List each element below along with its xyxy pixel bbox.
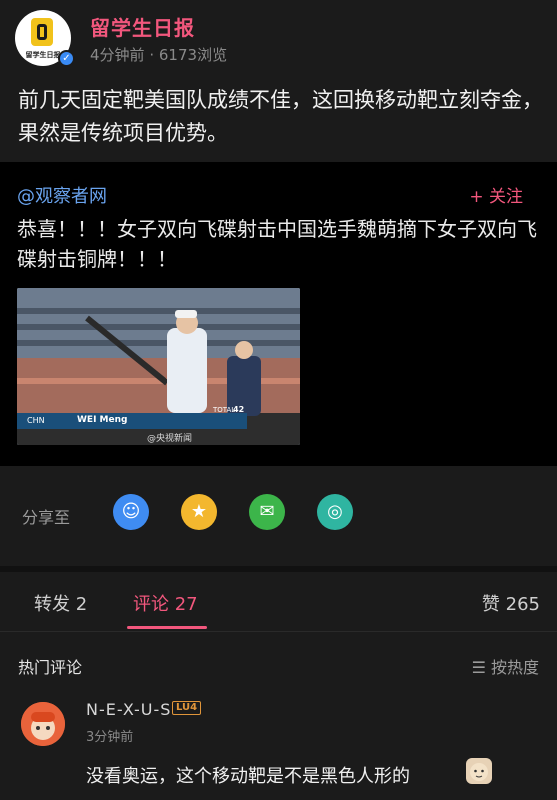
- verified-icon: ✓: [58, 50, 75, 67]
- video-athlete: WEI Meng: [77, 415, 128, 425]
- commenter-name[interactable]: N-E-X-U-S: [86, 700, 171, 719]
- tab-like[interactable]: 赞 265: [482, 590, 540, 616]
- tab-comment[interactable]: 评论 27: [133, 590, 198, 616]
- repost-user[interactable]: @观察者网: [17, 182, 107, 208]
- video-frame-image: [17, 288, 300, 445]
- meta-separator: ·: [149, 46, 155, 64]
- repost-text: 恭喜！！！女子双向飞碟射击中国选手魏萌摘下女子双向飞碟射击铜牌！！！: [17, 217, 537, 271]
- follow-button[interactable]: + 关注: [469, 182, 523, 207]
- video-total-label: TOTAL: [213, 406, 236, 414]
- wechat-icon[interactable]: ✉: [249, 494, 285, 530]
- post-text: 前几天固定靶美国队成绩不佳，这回换移动靶立刻夺金，果然是传统项目优势。: [18, 88, 543, 145]
- sort-button[interactable]: ☰ 按热度: [472, 654, 539, 678]
- post-header: 留学生日报 ✓ 留学生日报 4分钟前 · 6173浏览 前几天固定靶美国队成绩不…: [0, 0, 557, 160]
- tab-bar: 转发 2 评论 27 赞 265: [0, 572, 557, 632]
- video-country: CHN: [27, 416, 45, 425]
- video-thumbnail[interactable]: CHN WEI Meng TOTAL 42 @央视新闻: [17, 288, 300, 445]
- post-views: 6173浏览: [158, 46, 228, 64]
- tab-repost[interactable]: 转发 2: [34, 590, 87, 616]
- logo-icon: [31, 18, 53, 46]
- share-label: 分享至: [22, 508, 71, 527]
- comment-text: 没看奥运，这个移动靶是不是黑色人形的: [86, 766, 410, 787]
- qzone-icon[interactable]: ★: [181, 494, 217, 530]
- comment-item[interactable]: N-E-X-U-S LU4 3分钟前 没看奥运，这个移动靶是不是黑色人形的: [0, 692, 557, 800]
- video-watermark: @央视新闻: [147, 434, 193, 444]
- moments-icon[interactable]: ◎: [317, 494, 353, 530]
- post-meta: 4分钟前 · 6173浏览: [90, 44, 227, 65]
- level-badge: LU4: [172, 701, 202, 715]
- active-tab-indicator: [127, 626, 207, 629]
- post-time: 4分钟前: [90, 46, 145, 64]
- repost-card[interactable]: @观察者网 + 关注 恭喜！！！女子双向飞碟射击中国选手魏萌摘下女子双向飞碟射击…: [0, 162, 557, 466]
- share-row: 分享至 ☺ ★ ✉ ◎: [0, 466, 557, 566]
- video-total: 42: [233, 405, 245, 414]
- comment-time: 3分钟前: [86, 730, 134, 745]
- avatar-image: [21, 702, 65, 746]
- qq-icon[interactable]: ☺: [113, 494, 149, 530]
- cat-emoji-icon: [466, 758, 492, 784]
- commenter-avatar[interactable]: [21, 702, 65, 746]
- author-name[interactable]: 留学生日报: [90, 12, 195, 41]
- hot-comments-title: 热门评论: [18, 658, 83, 677]
- comments-header: 热门评论 ☰ 按热度: [0, 632, 557, 692]
